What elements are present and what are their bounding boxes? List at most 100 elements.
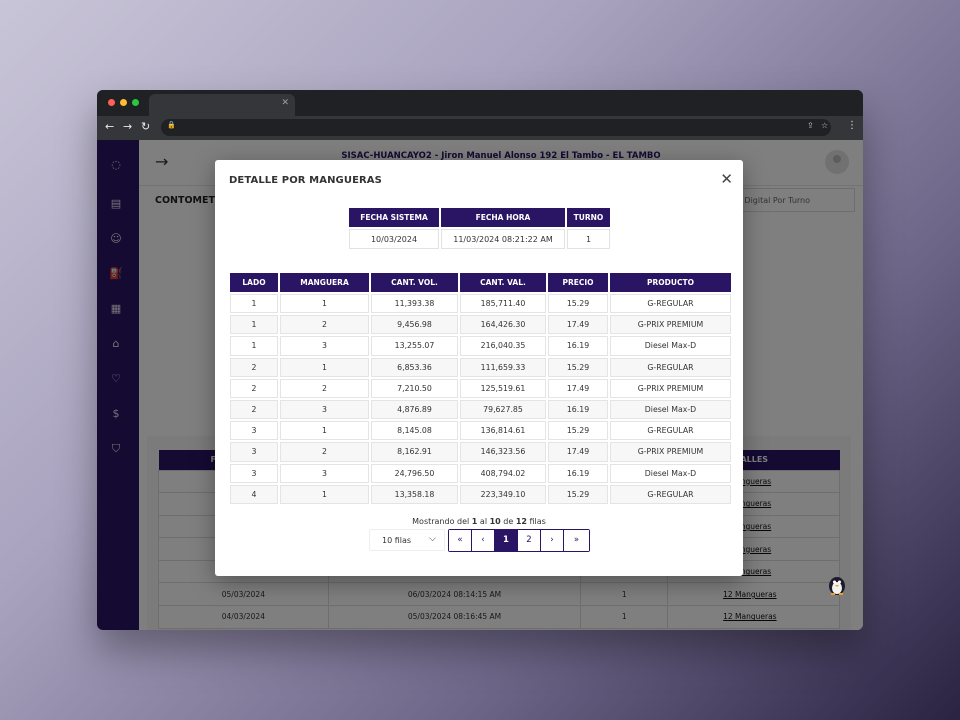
producto-cell: G-REGULAR	[610, 357, 731, 377]
lado-cell: 1	[230, 315, 278, 335]
rows-per-page-select[interactable]: 10 filas ⌵	[369, 529, 445, 551]
producto-cell: G-REGULAR	[610, 421, 731, 441]
chevron-down-icon: ⌵	[429, 534, 436, 544]
browser-toolbar: ← → ↻ 🔒 ⇪ ☆ ⋮	[97, 116, 863, 140]
showing-suffix: filas	[529, 517, 546, 526]
chatbot-penguin-icon[interactable]	[827, 574, 847, 596]
producto-cell: G-REGULAR	[610, 294, 731, 314]
lado-cell: 1	[230, 294, 278, 314]
cant-vol-cell: 4,876.89	[371, 399, 458, 420]
showing-to: 10	[489, 517, 501, 526]
producto-cell: G-PRIX PREMIUM	[610, 442, 731, 462]
pagination-summary: Mostrando del 1 al 10 de 12 filas	[215, 517, 743, 526]
lado-cell: 3	[230, 463, 278, 483]
precio-cell: 17.49	[548, 315, 608, 335]
manguera-cell: 1	[280, 484, 369, 504]
precio-cell: 17.49	[548, 442, 608, 462]
fecha-sistema-cell: 10/03/2024	[349, 229, 439, 249]
detalle-mangueras-modal: DETALLE POR MANGUERAS ✕ FECHA SISTEMA FE…	[215, 160, 743, 576]
table-row: 2 3 4,876.89 79,627.85 16.19 Diesel Max-D	[230, 399, 731, 420]
share-icon[interactable]: ⇪	[807, 121, 814, 130]
last-page-button[interactable]: »	[564, 530, 589, 551]
cant-vol-cell: 13,358.18	[371, 484, 458, 504]
browser-menu-icon[interactable]: ⋮	[847, 120, 857, 131]
manguera-cell: 3	[280, 463, 369, 483]
showing-al: al	[479, 517, 488, 526]
info-table: FECHA SISTEMA FECHA HORA TURNO 10/03/202…	[347, 206, 612, 251]
page-2-button[interactable]: 2	[518, 530, 541, 551]
col-header-producto: PRODUCTO	[610, 273, 731, 292]
window-maximize-dot[interactable]	[132, 99, 139, 106]
rows-per-page-value: 10 filas	[382, 536, 412, 545]
col-header-fecha-sistema: FECHA SISTEMA	[349, 208, 439, 227]
table-row: 3 3 24,796.50 408,794.02 16.19 Diesel Max-D	[230, 463, 731, 483]
precio-cell: 15.29	[548, 294, 608, 314]
col-header-manguera: MANGUERA	[280, 273, 369, 292]
cant-val-cell: 79,627.85	[460, 399, 546, 420]
precio-cell: 16.19	[548, 336, 608, 356]
lado-cell: 3	[230, 442, 278, 462]
lado-cell: 2	[230, 399, 278, 420]
precio-cell: 17.49	[548, 378, 608, 398]
turno-cell: 1	[567, 229, 610, 249]
manguera-cell: 3	[280, 336, 369, 356]
manguera-cell: 2	[280, 442, 369, 462]
producto-cell: Diesel Max-D	[610, 399, 731, 420]
precio-cell: 15.29	[548, 421, 608, 441]
close-icon[interactable]: ✕	[720, 172, 733, 187]
browser-tabbar: ✕	[97, 90, 863, 116]
col-header-fecha-hora: FECHA HORA	[441, 208, 565, 227]
cant-vol-cell: 9,456.98	[371, 315, 458, 335]
tab-close-icon[interactable]: ✕	[281, 98, 289, 108]
bookmark-star-icon[interactable]: ☆	[821, 121, 828, 130]
table-row: 4 1 13,358.18 223,349.10 15.29 G-REGULAR	[230, 484, 731, 504]
table-row: 3 1 8,145.08 136,814.61 15.29 G-REGULAR	[230, 421, 731, 441]
fecha-hora-cell: 11/03/2024 08:21:22 AM	[441, 229, 565, 249]
lado-cell: 4	[230, 484, 278, 504]
pagination: « ‹ 1 2 › »	[448, 529, 590, 552]
cant-val-cell: 111,659.33	[460, 357, 546, 377]
manguera-cell: 2	[280, 315, 369, 335]
table-row: 10/03/2024 11/03/2024 08:21:22 AM 1	[349, 229, 610, 249]
back-arrow-icon[interactable]: ←	[105, 120, 114, 133]
lado-cell: 2	[230, 378, 278, 398]
producto-cell: G-PRIX PREMIUM	[610, 315, 731, 335]
col-header-precio: PRECIO	[548, 273, 608, 292]
manguera-cell: 3	[280, 399, 369, 420]
producto-cell: Diesel Max-D	[610, 336, 731, 356]
cant-val-cell: 185,711.40	[460, 294, 546, 314]
manguera-cell: 1	[280, 421, 369, 441]
cant-val-cell: 408,794.02	[460, 463, 546, 483]
col-header-turno: TURNO	[567, 208, 610, 227]
precio-cell: 16.19	[548, 399, 608, 420]
address-bar[interactable]: 🔒 ⇪ ☆	[161, 119, 831, 136]
col-header-cant-vol: CANT. VOL.	[371, 273, 458, 292]
col-header-lado: LADO	[230, 273, 278, 292]
page-1-button[interactable]: 1	[495, 530, 518, 551]
cant-vol-cell: 8,162.91	[371, 442, 458, 462]
producto-cell: G-PRIX PREMIUM	[610, 378, 731, 398]
next-page-button[interactable]: ›	[541, 530, 564, 551]
cant-vol-cell: 13,255.07	[371, 336, 458, 356]
lado-cell: 2	[230, 357, 278, 377]
forward-arrow-icon[interactable]: →	[123, 120, 132, 133]
table-row: 1 2 9,456.98 164,426.30 17.49 G-PRIX PREMIUM	[230, 315, 731, 335]
reload-icon[interactable]: ↻	[141, 120, 150, 133]
lado-cell: 1	[230, 336, 278, 356]
table-row: 2 2 7,210.50 125,519.61 17.49 G-PRIX PREMIUM	[230, 378, 731, 398]
window-minimize-dot[interactable]	[120, 99, 127, 106]
cant-val-cell: 136,814.61	[460, 421, 546, 441]
precio-cell: 15.29	[548, 357, 608, 377]
prev-page-button[interactable]: ‹	[472, 530, 495, 551]
cant-val-cell: 164,426.30	[460, 315, 546, 335]
table-row: 3 2 8,162.91 146,323.56 17.49 G-PRIX PREMIUM	[230, 442, 731, 462]
browser-tab[interactable]: ✕	[149, 94, 295, 116]
showing-total: 12	[515, 517, 527, 526]
cant-val-cell: 125,519.61	[460, 378, 546, 398]
table-row: 1 3 13,255.07 216,040.35 16.19 Diesel Max-D	[230, 336, 731, 356]
col-header-cant-val: CANT. VAL.	[460, 273, 546, 292]
first-page-button[interactable]: «	[449, 530, 472, 551]
cant-vol-cell: 8,145.08	[371, 421, 458, 441]
table-row: 2 1 6,853.36 111,659.33 15.29 G-REGULAR	[230, 357, 731, 377]
window-close-dot[interactable]	[108, 99, 115, 106]
